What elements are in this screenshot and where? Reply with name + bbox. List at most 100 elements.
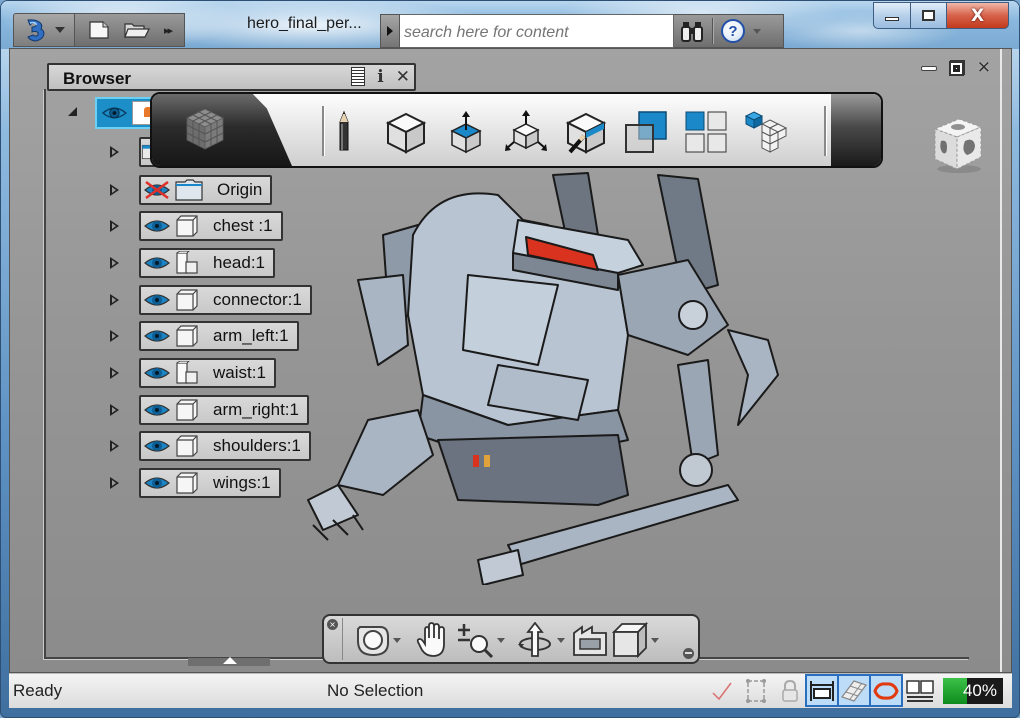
view-cube-button[interactable] bbox=[612, 621, 659, 659]
steering-wheel-button[interactable] bbox=[356, 621, 401, 659]
expand-icon[interactable] bbox=[110, 220, 119, 232]
doc-restore-icon[interactable] bbox=[948, 60, 965, 76]
app-menu-button[interactable] bbox=[13, 13, 75, 47]
orbit-icon bbox=[518, 622, 551, 657]
tree-item[interactable]: connector:1 bbox=[110, 285, 312, 315]
tree-root-item[interactable] bbox=[95, 97, 155, 129]
extrude-icon[interactable] bbox=[444, 110, 488, 154]
navbar-close-icon[interactable]: × bbox=[327, 619, 338, 630]
constraint-button[interactable] bbox=[739, 674, 773, 707]
tree-item[interactable]: wings:1 bbox=[110, 468, 281, 498]
viewport-edge bbox=[1000, 49, 1002, 672]
tree-node[interactable]: Origin bbox=[139, 175, 273, 205]
tree-item[interactable]: head:1 bbox=[110, 248, 275, 278]
expand-icon[interactable] bbox=[110, 146, 119, 158]
tree-item[interactable]: shoulders:1 bbox=[110, 431, 311, 461]
eye-hidden-icon[interactable] bbox=[143, 181, 171, 199]
snap-toggle[interactable] bbox=[869, 674, 903, 707]
minimize-button[interactable] bbox=[873, 2, 911, 29]
eye-icon[interactable] bbox=[143, 327, 171, 345]
binoculars-icon[interactable] bbox=[680, 19, 704, 43]
expand-up-icon[interactable] bbox=[223, 657, 237, 664]
info-icon[interactable]: i bbox=[377, 68, 383, 86]
tree-node[interactable]: arm_left:1 bbox=[139, 321, 299, 351]
tree-node[interactable]: shoulders:1 bbox=[139, 431, 311, 461]
pencil-icon[interactable] bbox=[332, 110, 356, 154]
box-view-icon bbox=[612, 622, 648, 658]
grid-icon[interactable] bbox=[684, 110, 728, 154]
tree-node[interactable]: connector:1 bbox=[139, 285, 312, 315]
dropdown-icon[interactable] bbox=[557, 637, 565, 643]
calculator-icon[interactable] bbox=[351, 67, 366, 86]
eye-icon[interactable] bbox=[143, 437, 171, 455]
eye-icon[interactable] bbox=[143, 364, 171, 382]
tree-node[interactable]: waist:1 bbox=[139, 358, 276, 388]
move-icon[interactable] bbox=[504, 110, 548, 154]
look-at-button[interactable] bbox=[572, 621, 608, 659]
collapse-root-icon[interactable] bbox=[68, 107, 77, 116]
tree-item[interactable]: arm_left:1 bbox=[110, 321, 299, 351]
eye-icon[interactable] bbox=[143, 254, 171, 272]
robot-3d-model[interactable] bbox=[298, 165, 798, 585]
eye-icon[interactable] bbox=[143, 217, 171, 235]
tree-item[interactable]: arm_right:1 bbox=[110, 395, 309, 425]
eye-icon[interactable] bbox=[143, 291, 171, 309]
dropdown-icon[interactable] bbox=[651, 637, 659, 643]
tree-node[interactable]: head:1 bbox=[139, 248, 275, 278]
part-icon bbox=[176, 435, 198, 457]
components-icon[interactable] bbox=[744, 110, 788, 154]
dropdown-icon[interactable] bbox=[393, 637, 401, 643]
lock-button[interactable] bbox=[773, 674, 807, 707]
eye-icon[interactable] bbox=[101, 104, 128, 122]
progress-label: 40% bbox=[962, 680, 997, 700]
tree-node[interactable]: chest :1 bbox=[139, 211, 283, 241]
close-icon[interactable]: ✕ bbox=[396, 68, 410, 86]
separator bbox=[342, 618, 343, 660]
display-button[interactable] bbox=[903, 674, 937, 707]
orbit-button[interactable] bbox=[516, 621, 565, 659]
zoom-button[interactable] bbox=[456, 621, 505, 659]
expand-icon[interactable] bbox=[110, 367, 119, 379]
close-button[interactable]: X bbox=[947, 2, 1009, 29]
overlap-squares-icon[interactable] bbox=[624, 110, 668, 154]
expand-icon[interactable] bbox=[110, 330, 119, 342]
eye-icon[interactable] bbox=[143, 474, 171, 492]
doc-minimize-icon[interactable] bbox=[920, 65, 937, 71]
tree-item-label: arm_right:1 bbox=[213, 400, 299, 419]
dropdown-icon[interactable] bbox=[497, 637, 505, 643]
tree-item[interactable]: Origin bbox=[110, 175, 273, 205]
more-commands-icon[interactable]: ▸▸ bbox=[164, 24, 173, 37]
part-icon bbox=[176, 325, 198, 347]
tree-item[interactable]: chest :1 bbox=[110, 211, 283, 241]
help-dropdown-icon[interactable] bbox=[753, 28, 761, 34]
new-document-icon[interactable] bbox=[88, 21, 110, 39]
expand-icon[interactable] bbox=[110, 294, 119, 306]
expand-icon[interactable] bbox=[110, 184, 119, 196]
document-title: hero_final_per... bbox=[247, 15, 362, 32]
accept-button[interactable] bbox=[705, 674, 739, 707]
search-input[interactable] bbox=[400, 14, 674, 48]
expand-icon[interactable] bbox=[110, 477, 119, 489]
expand-icon[interactable] bbox=[110, 257, 119, 269]
doc-close-icon[interactable]: ✕ bbox=[977, 60, 991, 77]
grid-plane-toggle[interactable] bbox=[837, 674, 871, 707]
rubiks-cube-icon[interactable] bbox=[180, 104, 230, 154]
viewcube-icon[interactable] bbox=[925, 111, 989, 175]
search-tools: ? bbox=[674, 14, 784, 48]
app-window: ▸▸ hero_final_per... ? X bbox=[0, 0, 1020, 718]
maximize-button[interactable] bbox=[911, 2, 947, 29]
navbar-collapse-icon[interactable] bbox=[683, 648, 694, 659]
dimension-toggle[interactable] bbox=[805, 674, 839, 707]
tree-item[interactable]: waist:1 bbox=[110, 358, 276, 388]
search-expand-button[interactable] bbox=[380, 14, 400, 48]
cube-icon[interactable] bbox=[384, 110, 428, 154]
help-button[interactable]: ? bbox=[721, 19, 745, 43]
tree-node[interactable]: arm_right:1 bbox=[139, 395, 309, 425]
edit-face-icon[interactable] bbox=[564, 110, 608, 154]
expand-icon[interactable] bbox=[110, 404, 119, 416]
tree-node[interactable]: wings:1 bbox=[139, 468, 281, 498]
expand-icon[interactable] bbox=[110, 440, 119, 452]
pan-button[interactable] bbox=[416, 621, 450, 659]
open-folder-icon[interactable] bbox=[124, 21, 150, 39]
eye-icon[interactable] bbox=[143, 401, 171, 419]
